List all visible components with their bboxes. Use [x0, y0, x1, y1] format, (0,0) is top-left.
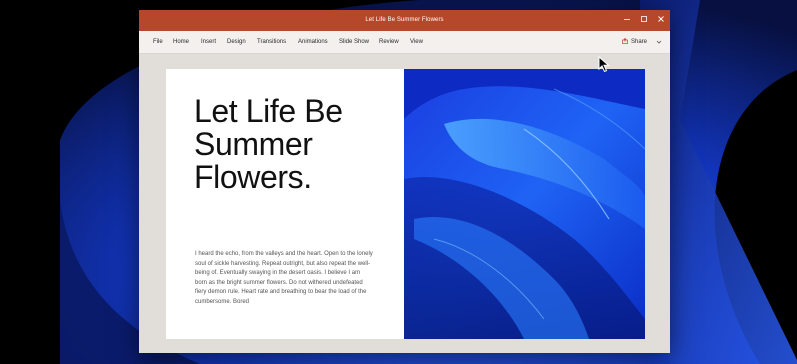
chevron-down-icon[interactable]: [656, 39, 662, 45]
mouse-pointer-icon: [598, 56, 610, 73]
title-bar[interactable]: Let Life Be Summer Flowers: [139, 10, 670, 31]
tab-home[interactable]: Home: [173, 31, 189, 53]
slide-body-text[interactable]: I heard the echo, from the valleys and t…: [195, 250, 373, 307]
window-title: Let Life Be Summer Flowers: [365, 17, 444, 23]
tab-view[interactable]: View: [410, 31, 423, 53]
tab-slide-show[interactable]: Slide Show: [339, 31, 369, 53]
slide-title[interactable]: Let Life Be Summer Flowers.: [194, 95, 394, 194]
maximize-icon[interactable]: [635, 10, 652, 31]
ribbon-menu: File Home Insert Design Transitions Anim…: [139, 31, 670, 54]
tab-animations[interactable]: Animations: [298, 31, 328, 53]
slide-canvas[interactable]: Let Life Be Summer Flowers. I heard the …: [166, 69, 645, 339]
minimize-icon[interactable]: [618, 10, 635, 31]
share-button[interactable]: Share: [622, 31, 647, 53]
tab-design[interactable]: Design: [227, 31, 246, 53]
tab-transitions[interactable]: Transitions: [257, 31, 286, 53]
share-label: Share: [631, 39, 648, 45]
share-icon: [622, 38, 628, 44]
tab-file[interactable]: File: [153, 31, 163, 53]
tab-insert[interactable]: Insert: [201, 31, 216, 53]
slide-flower-image[interactable]: [404, 69, 645, 339]
tab-review[interactable]: Review: [379, 31, 399, 53]
app-window: Let Life Be Summer Flowers File Home Ins…: [139, 10, 670, 353]
close-icon[interactable]: [652, 10, 669, 31]
